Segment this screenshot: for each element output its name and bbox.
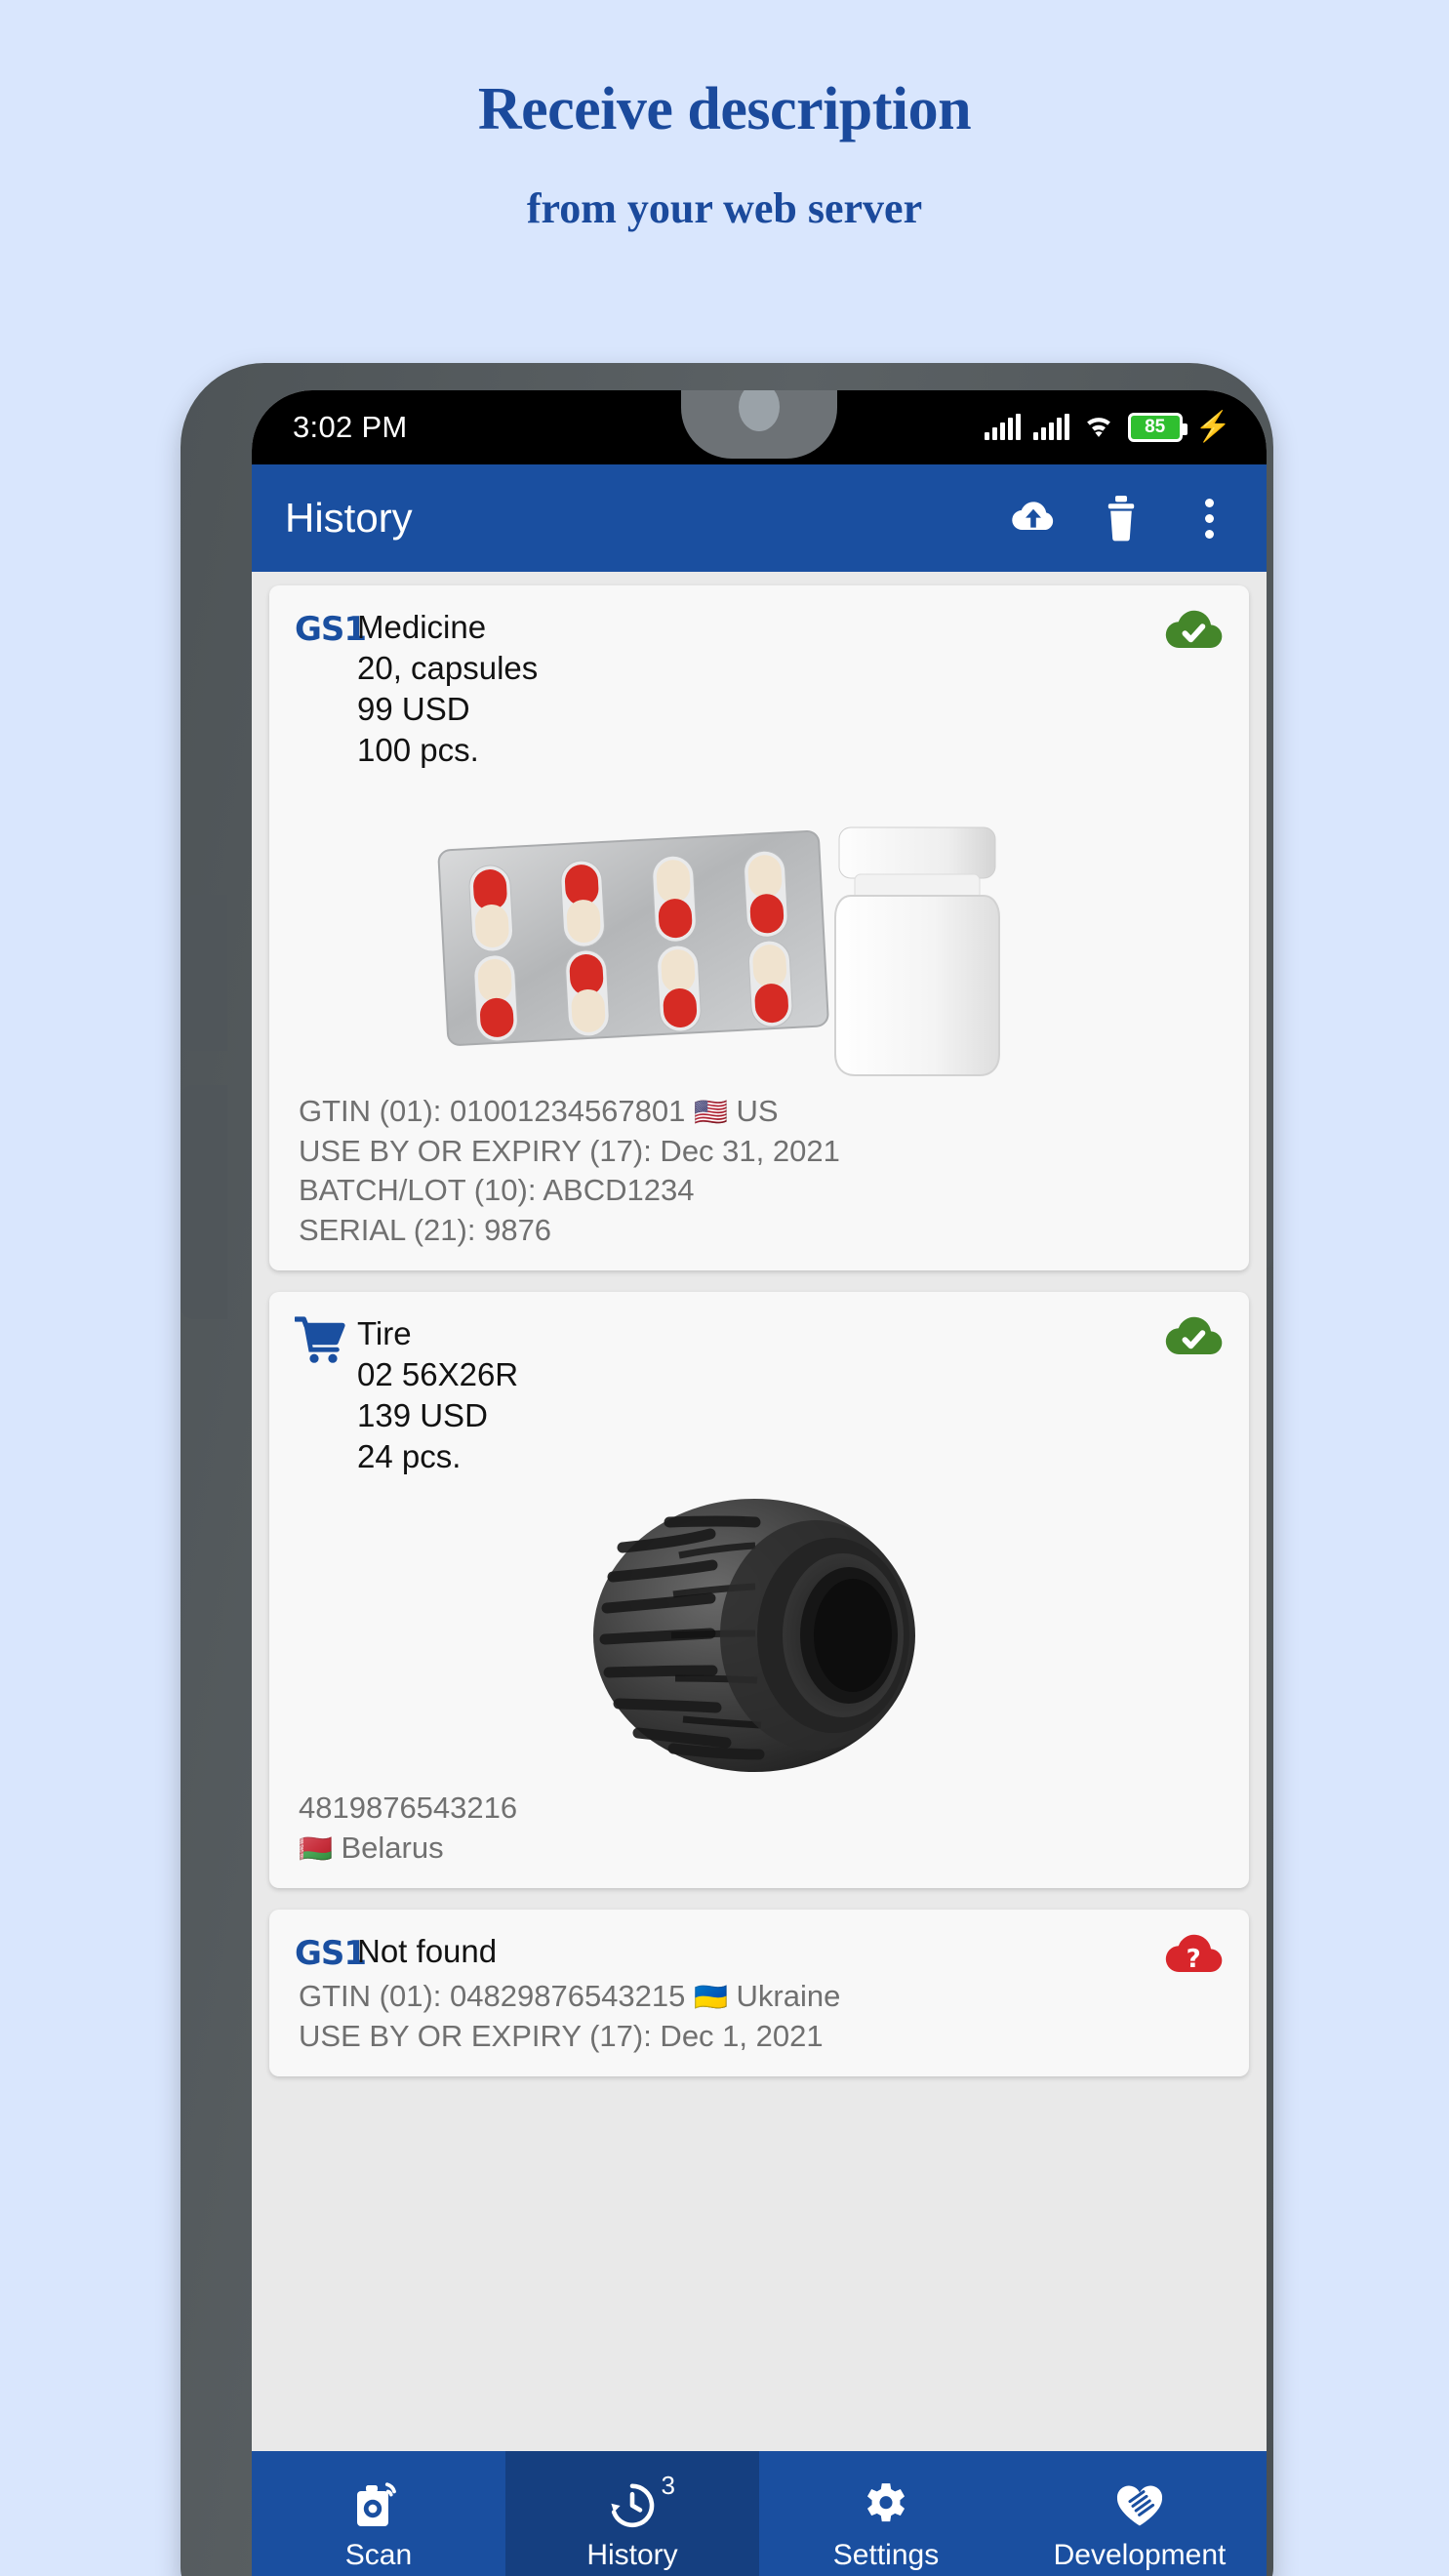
history-badge: 3 bbox=[661, 2471, 675, 2500]
signal-bars-icon-2 bbox=[1032, 414, 1069, 440]
promo-header: Receive description from your web server bbox=[0, 0, 1449, 233]
detail-lines: GTIN (01): 04829876543215 🇺🇦 Ukraine USE… bbox=[295, 1977, 1224, 2057]
camera-notch bbox=[681, 390, 837, 459]
wifi-icon bbox=[1082, 412, 1115, 444]
charging-bolt-icon: ⚡ bbox=[1194, 411, 1231, 443]
card-title-block: Not found bbox=[357, 1931, 1224, 1972]
list-item: 4819876543216 bbox=[299, 1790, 518, 1825]
overflow-menu-icon[interactable] bbox=[1185, 494, 1233, 543]
gear-icon bbox=[857, 2476, 915, 2533]
product-price: 99 USD bbox=[357, 690, 470, 727]
flag-icon: 🇺🇦 bbox=[694, 1981, 728, 2012]
flag-icon: 🇺🇸 bbox=[694, 1096, 728, 1127]
shopping-cart-icon bbox=[293, 1313, 357, 1370]
detail-lines: GTIN (01): 01001234567801 🇺🇸 US USE BY O… bbox=[295, 1092, 1224, 1252]
page-title: History bbox=[285, 495, 413, 541]
battery-level: 85 bbox=[1145, 417, 1166, 437]
list-item: USE BY OR EXPIRY (17): Dec 31, 2021 bbox=[299, 1133, 840, 1168]
signal-bars-icon bbox=[984, 414, 1021, 440]
detail-lines: 4819876543216 🇧🇾 Belarus bbox=[295, 1789, 1224, 1869]
list-item: USE BY OR EXPIRY (17): Dec 1, 2021 bbox=[299, 2018, 824, 2053]
nav-label: Scan bbox=[344, 2539, 413, 2571]
flag-icon: 🇧🇾 bbox=[299, 1832, 333, 1864]
nav-label: Development bbox=[1053, 2539, 1227, 2571]
card-header: GS1 Medicine 20, capsules 99 USD 100 pcs… bbox=[295, 607, 1224, 771]
card-header: GS1 Not found bbox=[295, 1931, 1224, 1973]
product-price: 139 USD bbox=[357, 1397, 488, 1434]
volume-down-button[interactable] bbox=[181, 1085, 227, 1319]
trash-icon[interactable] bbox=[1097, 494, 1146, 543]
front-camera-icon bbox=[739, 390, 780, 431]
status-badge: ? bbox=[1163, 1929, 1224, 1978]
phone-body: 3:02 PM 85 ⚡ History GS1 Medicine 20, ca… bbox=[181, 363, 1273, 2576]
product-title: Medicine bbox=[357, 609, 487, 645]
table-row[interactable]: GS1 Medicine 20, capsules 99 USD 100 pcs… bbox=[269, 585, 1249, 1271]
product-quantity: 100 pcs. bbox=[357, 731, 479, 768]
history-clock-icon: 3 bbox=[603, 2471, 675, 2533]
list-item: 🇧🇾 Belarus bbox=[299, 1830, 444, 1865]
phone-screen: 3:02 PM 85 ⚡ History GS1 Medicine 20, ca… bbox=[252, 390, 1267, 2576]
handshake-heart-icon bbox=[1110, 2476, 1169, 2533]
status-bar: 3:02 PM 85 ⚡ bbox=[252, 390, 1267, 464]
table-row[interactable]: ? GS1 Not found GTIN (01): 0482987654321… bbox=[269, 1909, 1249, 2076]
gs1-logo-icon: GS1 bbox=[295, 1933, 367, 1973]
status-time: 3:02 PM bbox=[293, 410, 408, 444]
list-item: BATCH/LOT (10): ABCD1234 bbox=[299, 1173, 695, 1208]
phone-mockup: 3:02 PM 85 ⚡ History GS1 Medicine 20, ca… bbox=[148, 363, 1305, 2576]
list-item: GTIN (01): 01001234567801 🇺🇸 US bbox=[299, 1093, 779, 1128]
table-row[interactable]: Tire 02 56X26R 139 USD 24 pcs. 481987654… bbox=[269, 1292, 1249, 1888]
card-title-block: Tire 02 56X26R 139 USD 24 pcs. bbox=[357, 1313, 1224, 1477]
product-quantity: 24 pcs. bbox=[357, 1437, 462, 1474]
volume-up-button[interactable] bbox=[181, 895, 227, 1051]
status-badge bbox=[1163, 1311, 1224, 1360]
list-item: SERIAL (21): 9876 bbox=[299, 1213, 552, 1248]
nav-label: History bbox=[586, 2539, 678, 2571]
cloud-upload-icon[interactable] bbox=[1009, 494, 1058, 543]
svg-text:?: ? bbox=[1187, 1944, 1201, 1973]
gs1-logo-icon: GS1 bbox=[295, 610, 367, 649]
nav-item-history[interactable]: 3 History bbox=[505, 2451, 759, 2576]
status-badge bbox=[1163, 605, 1224, 654]
status-indicators: 85 ⚡ bbox=[984, 411, 1231, 444]
nav-item-settings[interactable]: Settings bbox=[759, 2451, 1013, 2576]
list-item: GTIN (01): 04829876543215 🇺🇦 Ukraine bbox=[299, 1978, 841, 2013]
battery-icon: 85 bbox=[1127, 413, 1187, 442]
product-image-medicine bbox=[295, 781, 1224, 1088]
barcode-scanner-icon bbox=[349, 2476, 408, 2533]
nav-item-scan[interactable]: Scan bbox=[252, 2451, 505, 2576]
promo-subtitle: from your web server bbox=[526, 184, 923, 233]
product-title: Not found bbox=[357, 1932, 498, 1969]
nav-item-development[interactable]: Development bbox=[1013, 2451, 1267, 2576]
product-variant: 02 56X26R bbox=[357, 1356, 519, 1393]
app-bar: History bbox=[252, 464, 1267, 572]
bottom-navigation: Scan 3 History Settings Development bbox=[252, 2451, 1267, 2576]
history-list[interactable]: GS1 Medicine 20, capsules 99 USD 100 pcs… bbox=[252, 572, 1267, 2451]
card-header: Tire 02 56X26R 139 USD 24 pcs. bbox=[293, 1313, 1224, 1477]
nav-label: Settings bbox=[832, 2539, 940, 2571]
card-title-block: Medicine 20, capsules 99 USD 100 pcs. bbox=[357, 607, 1224, 771]
product-image-tire bbox=[295, 1487, 1224, 1785]
product-variant: 20, capsules bbox=[357, 649, 539, 686]
app-bar-actions bbox=[1009, 494, 1233, 543]
product-title: Tire bbox=[357, 1315, 412, 1352]
promo-title: Receive description bbox=[477, 76, 972, 142]
